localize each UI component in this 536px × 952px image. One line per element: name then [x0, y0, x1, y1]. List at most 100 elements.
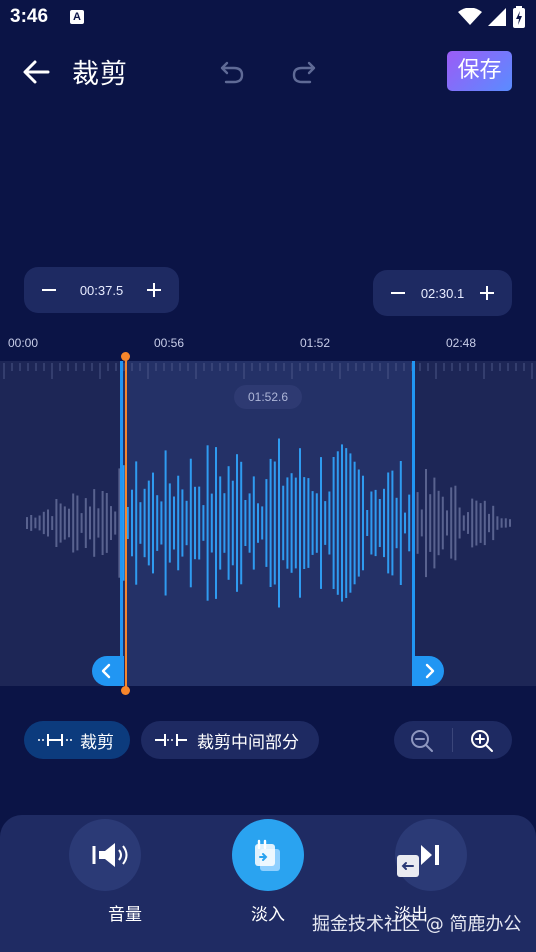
waveform-bar [63, 506, 66, 540]
waveform-bar [38, 515, 41, 531]
start-time-stepper: 00:37.5 [24, 267, 179, 313]
waveform-bar [425, 469, 427, 578]
waveform-bar [437, 490, 440, 556]
waveform-bar [219, 476, 222, 570]
waveform-bar [269, 458, 272, 587]
waveform-bar [26, 517, 28, 529]
waveform-bar [488, 513, 490, 533]
waveform-bar [433, 477, 436, 569]
waveform-bar [152, 472, 154, 574]
end-decrease-button[interactable] [387, 282, 409, 304]
start-increase-button[interactable] [143, 279, 165, 301]
waveform-bar [471, 498, 474, 548]
waveform-bar [198, 486, 201, 560]
waveform-bar [97, 508, 100, 538]
waveform-bar [47, 509, 49, 537]
trim-end-handle[interactable] [414, 656, 444, 686]
waveform-bar [244, 500, 247, 546]
waveform-bar [101, 491, 104, 555]
trim-mode-label: 裁剪 [80, 732, 114, 753]
waveform-bar [42, 511, 45, 535]
trim-middle-mode-button[interactable]: 裁剪中间部分 [141, 721, 319, 759]
playhead-bottom-knob[interactable] [121, 686, 130, 695]
fade-out-button[interactable] [395, 819, 467, 891]
waveform-bar [30, 515, 33, 531]
page-title: 裁剪 [72, 59, 128, 90]
waveform-bar [324, 501, 327, 545]
waveform-bar [383, 488, 385, 558]
end-time-value: 02:30.1 [420, 285, 465, 301]
trim-start-handle[interactable] [92, 656, 124, 686]
waveform-bar [441, 496, 444, 550]
waveform-bar [467, 512, 469, 534]
waveform-bar [231, 480, 234, 566]
volume-button[interactable] [69, 819, 141, 891]
waveform-bar [80, 513, 83, 533]
waveform-bar [458, 507, 461, 539]
waveform-bar [105, 493, 108, 553]
waveform-bar [483, 500, 486, 546]
fade-in-icon [255, 839, 280, 871]
trim-middle-mode-label: 裁剪中间部分 [197, 732, 299, 753]
end-increase-button[interactable] [476, 282, 498, 304]
waveform-bar [223, 493, 226, 553]
waveform-bar [479, 503, 482, 543]
waveform-bar [374, 489, 377, 557]
waveform-bar [496, 516, 499, 530]
zoom-in-button[interactable] [470, 729, 494, 753]
waveform [3, 363, 533, 608]
volume-icon [92, 843, 128, 867]
waveform-bar [156, 495, 159, 551]
waveform-bar [173, 496, 175, 550]
playhead-line[interactable] [125, 356, 127, 690]
waveform-bar [504, 518, 507, 528]
waveform-bar [147, 480, 150, 566]
ruler-label: 00:56 [154, 336, 185, 350]
waveform-bar [399, 461, 402, 585]
waveform-bar [353, 461, 356, 585]
waveform-bar [131, 489, 133, 557]
waveform-bar [248, 493, 251, 553]
waveform-bar [84, 498, 87, 548]
waveform-bar [429, 494, 432, 552]
waveform-bar [76, 495, 79, 551]
waveform-bar [286, 477, 289, 569]
waveform-bar [315, 493, 318, 553]
waveform-bar [236, 454, 238, 592]
waveform-bar [68, 508, 70, 538]
waveform-bar [307, 478, 310, 568]
waveform-bar [336, 451, 339, 595]
start-decrease-button[interactable] [38, 279, 60, 301]
waveform-bar [72, 493, 75, 553]
chevron-right-icon [425, 663, 435, 679]
waveform-bar [110, 506, 112, 540]
waveform-bar [341, 444, 343, 602]
trim-mode-button[interactable]: 裁剪 [24, 721, 130, 759]
waveform-bar [475, 500, 478, 546]
waveform-bar [240, 461, 243, 585]
zoom-out-button[interactable] [410, 729, 434, 753]
waveform-bar [345, 448, 348, 598]
waveform-bar [34, 517, 37, 529]
ruler-label: 02:48 [446, 336, 477, 350]
waveform-bar [93, 489, 96, 557]
back-button[interactable] [20, 56, 52, 88]
waveform-bar [420, 509, 423, 537]
fade-in-button[interactable] [232, 819, 304, 891]
ruler-label: 00:00 [8, 336, 39, 350]
undo-button[interactable] [218, 58, 246, 86]
waveform-bar [252, 476, 255, 570]
waveform-bar [332, 457, 335, 589]
status-time: 3:46 [10, 6, 49, 27]
waveform-bar [492, 505, 495, 541]
waveform-bar [387, 472, 390, 574]
ruler-label: 01:52 [300, 336, 331, 350]
waveform-bar [450, 487, 453, 559]
waveform-bar [55, 499, 58, 547]
trim-icon [38, 734, 72, 746]
redo-button[interactable] [290, 58, 318, 86]
playhead-top-knob[interactable] [121, 352, 130, 361]
status-bar: 3:46 A [0, 0, 536, 36]
save-button[interactable]: 保存 [447, 51, 512, 91]
waveform-bar [135, 461, 138, 585]
